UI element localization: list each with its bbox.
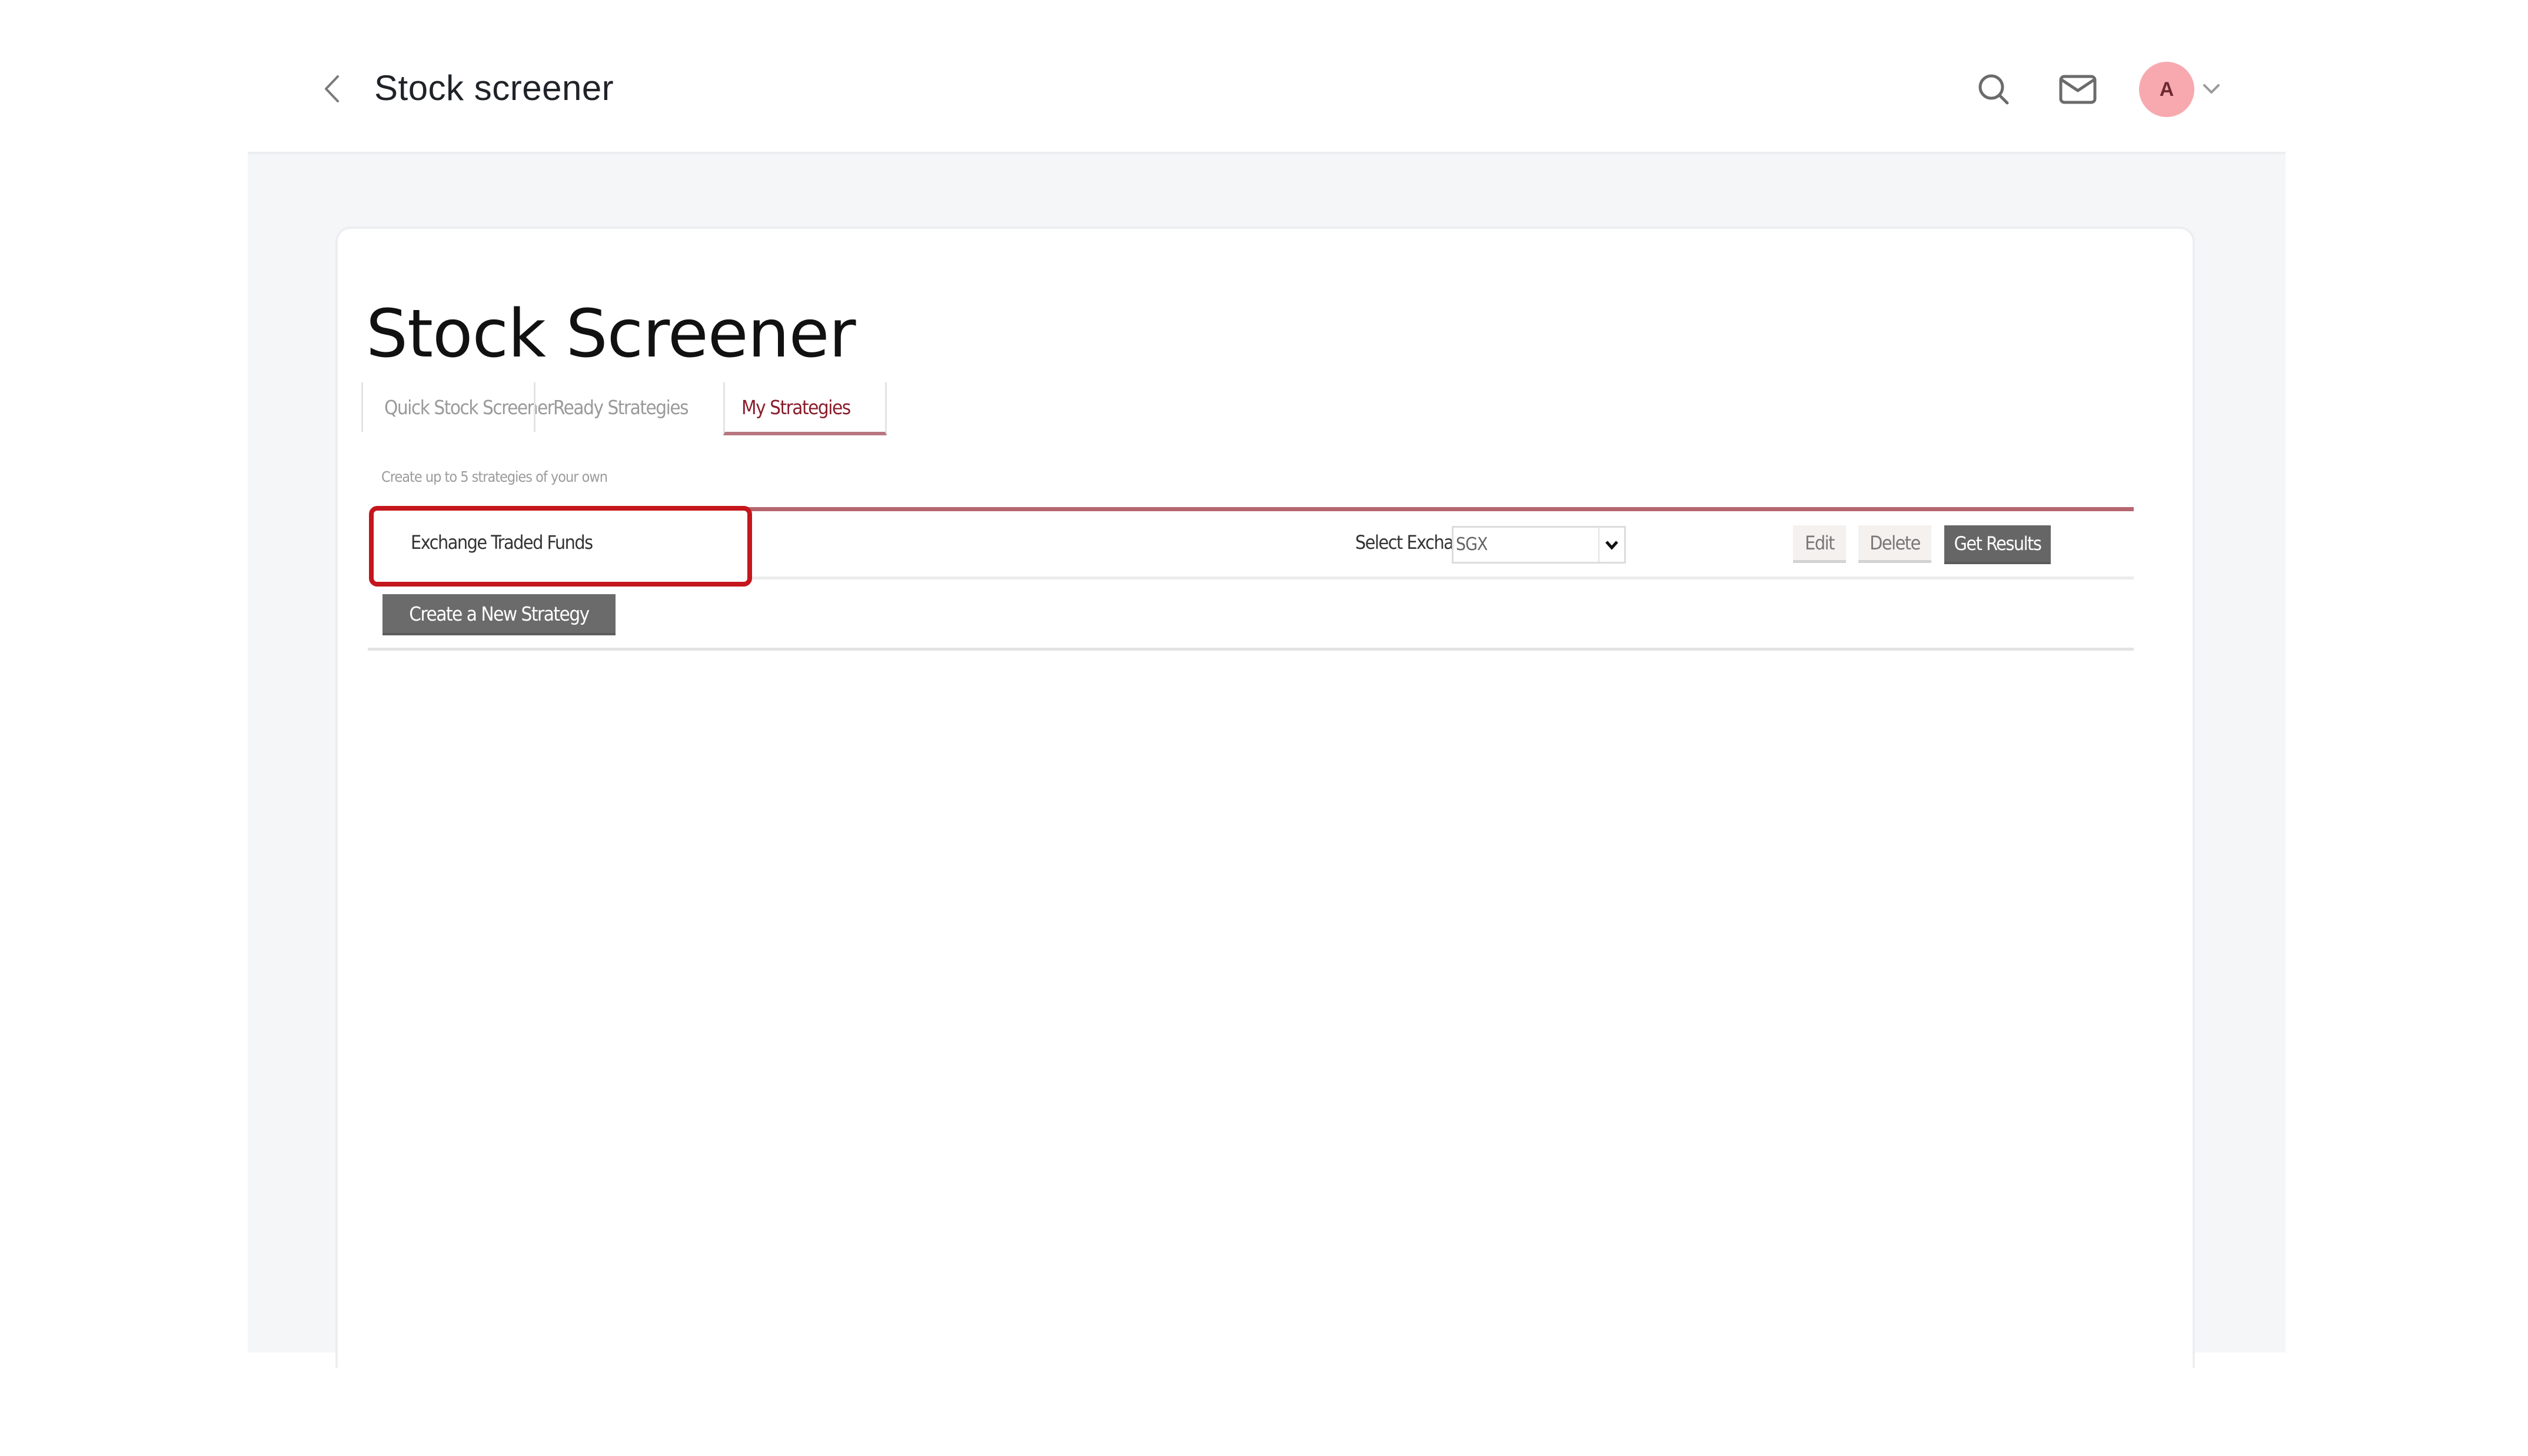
edit-button[interactable]: Edit — [1793, 525, 1846, 563]
tab-ready-strategies[interactable]: Ready Strategies — [534, 382, 703, 432]
app-title: Stock screener — [374, 68, 614, 108]
back-button[interactable] — [318, 69, 346, 108]
account-menu-toggle[interactable] — [2201, 81, 2222, 96]
exchange-select[interactable]: SGX — [1452, 526, 1626, 564]
strategy-name[interactable]: Exchange Traded Funds — [411, 531, 593, 554]
page-title: Stock Screener — [366, 296, 856, 372]
exchange-selected-value: SGX — [1456, 534, 1488, 555]
section-divider — [368, 648, 2134, 651]
mail-icon — [2059, 75, 2097, 104]
tab-quick-stock-screener[interactable]: Quick Stock Screener — [361, 382, 554, 432]
create-new-strategy-button[interactable]: Create a New Strategy — [382, 594, 616, 635]
app-header: Stock screener A — [0, 0, 2528, 152]
chevron-down-icon — [1605, 541, 1618, 550]
search-button[interactable] — [1976, 72, 2013, 108]
search-icon — [1978, 74, 2009, 105]
get-results-button[interactable]: Get Results — [1944, 525, 2051, 564]
delete-button[interactable]: Delete — [1858, 525, 1931, 563]
helper-text: Create up to 5 strategies of your own — [381, 468, 608, 485]
user-avatar[interactable]: A — [2139, 62, 2194, 117]
strategy-row-divider — [747, 577, 2134, 579]
exchange-dropdown-button[interactable] — [1598, 528, 1624, 562]
screener-tabs: Quick Stock Screener Ready Strategies My… — [361, 382, 887, 435]
chevron-left-icon — [325, 75, 339, 102]
messages-button[interactable] — [2057, 72, 2098, 107]
tab-my-strategies[interactable]: My Strategies — [723, 382, 887, 435]
strategy-row-top-border — [747, 507, 2134, 511]
avatar-initial: A — [2159, 78, 2174, 101]
chevron-down-icon — [2203, 84, 2220, 94]
